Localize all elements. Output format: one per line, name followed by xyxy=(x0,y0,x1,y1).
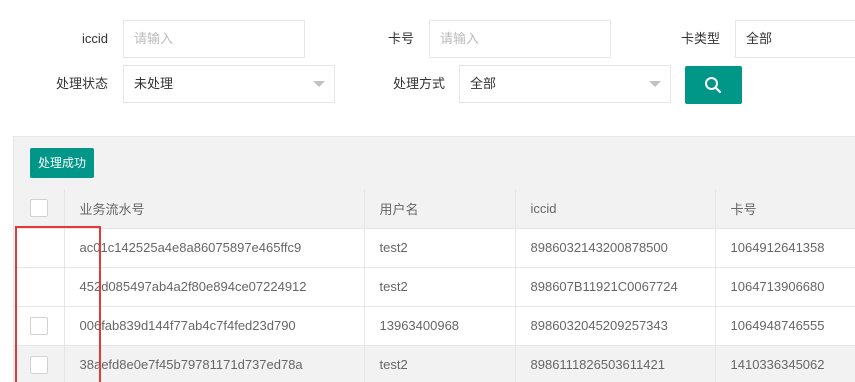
filter-row-1: iccid 请输入 卡号 请输入 卡类型 全部 xyxy=(0,20,855,58)
select-all-checkbox[interactable] xyxy=(29,199,48,218)
select-all-cell xyxy=(14,189,65,229)
table-header-row: 业务流水号 用户名 iccid 卡号 xyxy=(14,189,855,229)
user-cell: test2 xyxy=(364,267,516,307)
row-checkbox[interactable] xyxy=(29,316,48,335)
row-checkbox[interactable] xyxy=(29,355,48,374)
row-select-cell xyxy=(14,228,65,268)
status-label: 处理状态 xyxy=(55,76,108,91)
serial-cell: 38aefd8e0e7f45b79781171d737ed78a xyxy=(64,345,365,382)
card-no-label: 卡号 xyxy=(387,31,414,46)
iccid-cell: 8986032045209257343 xyxy=(515,306,716,346)
row-select-cell xyxy=(14,306,65,346)
iccid-label: iccid xyxy=(81,31,108,46)
card-cell: 1064948746555 xyxy=(715,306,855,346)
iccid-input[interactable]: 请输入 xyxy=(123,20,305,58)
method-select[interactable]: 全部 xyxy=(459,65,671,103)
filter-form: iccid 请输入 卡号 请输入 卡类型 全部 处理状态 未处理 处理方式 全部 xyxy=(0,0,855,120)
card-cell: 1410336345062 xyxy=(715,345,855,382)
card-no-input[interactable]: 请输入 xyxy=(429,20,611,58)
user-cell: test2 xyxy=(364,228,516,268)
page: iccid 请输入 卡号 请输入 卡类型 全部 处理状态 未处理 处理方式 全部… xyxy=(0,0,855,382)
chevron-down-icon xyxy=(649,81,661,87)
mark-success-button[interactable]: 处理成功 xyxy=(30,148,95,178)
serial-cell: ac01c142525a4e8a86075897e465ffc9 xyxy=(64,228,365,268)
search-button[interactable] xyxy=(685,66,742,104)
user-cell: test2 xyxy=(364,345,516,382)
method-label: 处理方式 xyxy=(392,76,445,91)
card-cell: 1064713906680 xyxy=(715,267,855,307)
chevron-down-icon xyxy=(313,81,325,87)
serial-cell: 452d085497ab4a2f80e894ce07224912 xyxy=(64,267,365,307)
card-type-label: 卡类型 xyxy=(680,31,720,46)
column-header-card[interactable]: 卡号 xyxy=(715,189,855,229)
status-select[interactable]: 未处理 xyxy=(123,65,335,103)
row-select-cell xyxy=(14,267,65,307)
iccid-cell: 898607B11921C0067724 xyxy=(515,267,716,307)
row-select-cell xyxy=(14,345,65,382)
column-header-user[interactable]: 用户名 xyxy=(364,189,516,229)
search-icon xyxy=(705,77,722,94)
table-panel: 处理成功 业务流水号 用户名 iccid 卡号 ac01c142525a4e8a… xyxy=(13,136,855,382)
card-type-select[interactable]: 全部 xyxy=(735,20,855,58)
column-header-serial[interactable]: 业务流水号 xyxy=(64,189,365,229)
table-toolbar: 处理成功 xyxy=(14,137,855,189)
iccid-cell: 8986111826503611421 xyxy=(515,345,716,382)
table-row[interactable]: 006fab839d144f77ab4c7f4fed23d790 1396340… xyxy=(14,306,855,346)
user-cell: 13963400968 xyxy=(364,306,516,346)
iccid-cell: 8986032143200878500 xyxy=(515,228,716,268)
card-cell: 1064912641358 xyxy=(715,228,855,268)
data-table: 业务流水号 用户名 iccid 卡号 ac01c142525a4e8a86075… xyxy=(14,189,855,382)
table-row[interactable]: 452d085497ab4a2f80e894ce07224912 test2 8… xyxy=(14,267,855,307)
serial-cell: 006fab839d144f77ab4c7f4fed23d790 xyxy=(64,306,365,346)
column-header-iccid[interactable]: iccid xyxy=(515,189,716,229)
table-row[interactable]: 38aefd8e0e7f45b79781171d737ed78a test2 8… xyxy=(14,345,855,382)
table-row[interactable]: ac01c142525a4e8a86075897e465ffc9 test2 8… xyxy=(14,228,855,268)
